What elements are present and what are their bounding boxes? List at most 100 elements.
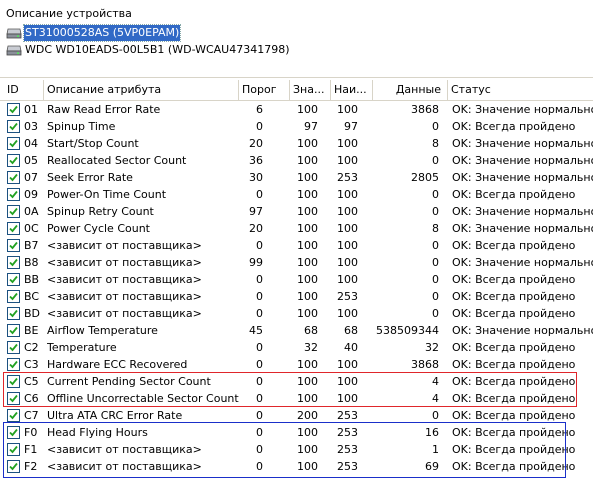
- cell-status: OK: Всегда пройдено: [452, 460, 576, 473]
- row-checkbox[interactable]: [7, 137, 20, 150]
- table-row[interactable]: 04 Start/Stop Count 20 100 100 8 OK: Значение …: [0, 135, 593, 152]
- row-checkbox[interactable]: [7, 290, 20, 303]
- row-checkbox[interactable]: [7, 120, 20, 133]
- cell-value: 100: [297, 358, 318, 371]
- row-checkbox[interactable]: [7, 460, 20, 473]
- table-row[interactable]: C5 Current Pending Sector Count 0 100 100 4 OK…: [0, 373, 593, 390]
- cell-threshold: 97: [249, 205, 263, 218]
- cell-threshold: 0: [256, 460, 263, 473]
- cell-name: Current Pending Sector Count: [47, 375, 211, 388]
- table-row[interactable]: BD <зависит от поставщика> 0 100 100 0 OK: Все…: [0, 305, 593, 322]
- cell-data: 0: [432, 154, 439, 167]
- cell-threshold: 0: [256, 409, 263, 422]
- cell-id: B8: [24, 256, 39, 269]
- row-checkbox[interactable]: [7, 103, 20, 116]
- table-row[interactable]: C7 Ultra ATA CRC Error Rate 0 200 253 0 OK: Вс…: [0, 407, 593, 424]
- row-checkbox[interactable]: [7, 171, 20, 184]
- cell-worst: 100: [337, 273, 358, 286]
- cell-data: 0: [432, 307, 439, 320]
- checkmark-icon: [9, 258, 18, 267]
- cell-threshold: 0: [256, 239, 263, 252]
- table-row[interactable]: 0C Power Cycle Count 20 100 100 8 OK: Значение…: [0, 220, 593, 237]
- row-checkbox[interactable]: [7, 375, 20, 388]
- cell-data: 8: [432, 137, 439, 150]
- cell-id: 07: [24, 171, 38, 184]
- cell-worst: 100: [337, 137, 358, 150]
- table-row[interactable]: F2 <зависит от поставщика> 0 100 253 69 OK: Вс…: [0, 458, 593, 475]
- table-row[interactable]: 0A Spinup Retry Count 97 100 100 0 OK: Значени…: [0, 203, 593, 220]
- table-row[interactable]: 03 Spinup Time 0 97 97 0 OK: Всегда пройдено: [0, 118, 593, 135]
- cell-value: 100: [297, 103, 318, 116]
- column-header-data[interactable]: Данные: [373, 80, 448, 100]
- table-row[interactable]: C2 Temperature 0 32 40 32 OK: Всегда пройдено: [0, 339, 593, 356]
- row-checkbox[interactable]: [7, 205, 20, 218]
- cell-worst: 253: [337, 171, 358, 184]
- row-checkbox[interactable]: [7, 341, 20, 354]
- row-checkbox[interactable]: [7, 273, 20, 286]
- table-row[interactable]: C6 Offline Uncorrectable Sector Count 0 100…: [0, 390, 593, 407]
- row-checkbox[interactable]: [7, 358, 20, 371]
- checkmark-icon: [9, 173, 18, 182]
- cell-name: Power-On Time Count: [47, 188, 167, 201]
- row-checkbox[interactable]: [7, 426, 20, 439]
- table-row[interactable]: 01 Raw Read Error Rate 6 100 100 3868 OK: Знач…: [0, 101, 593, 118]
- cell-worst: 68: [344, 324, 358, 337]
- column-header-attribute[interactable]: Описание атрибута: [44, 80, 239, 100]
- row-checkbox[interactable]: [7, 256, 20, 269]
- row-checkbox[interactable]: [7, 392, 20, 405]
- column-header-value[interactable]: Зна...: [290, 80, 331, 100]
- cell-value: 100: [297, 137, 318, 150]
- cell-id: B7: [24, 239, 39, 252]
- cell-worst: 100: [337, 392, 358, 405]
- cell-id: C3: [24, 358, 39, 371]
- cell-name: Seek Error Rate: [47, 171, 133, 184]
- cell-status: OK: Всегда пройдено: [452, 290, 576, 303]
- cell-threshold: 0: [256, 120, 263, 133]
- column-header-id[interactable]: ID: [4, 80, 44, 100]
- cell-value: 100: [297, 392, 318, 405]
- row-checkbox[interactable]: [7, 324, 20, 337]
- cell-id: F2: [24, 460, 38, 473]
- cell-threshold: 0: [256, 392, 263, 405]
- row-checkbox[interactable]: [7, 443, 20, 456]
- cell-threshold: 20: [249, 222, 263, 235]
- cell-name: Airflow Temperature: [47, 324, 158, 337]
- row-checkbox[interactable]: [7, 307, 20, 320]
- table-row[interactable]: 07 Seek Error Rate 30 100 253 2805 OK: Значени…: [0, 169, 593, 186]
- row-checkbox[interactable]: [7, 239, 20, 252]
- table-row[interactable]: B7 <зависит от поставщика> 0 100 100 0 OK: Все…: [0, 237, 593, 254]
- cell-value: 100: [297, 307, 318, 320]
- cell-threshold: 36: [249, 154, 263, 167]
- checkmark-icon: [9, 377, 18, 386]
- row-checkbox[interactable]: [7, 188, 20, 201]
- cell-threshold: 0: [256, 341, 263, 354]
- cell-status: OK: Всегда пройдено: [452, 188, 576, 201]
- checkmark-icon: [9, 394, 18, 403]
- cell-value: 100: [297, 154, 318, 167]
- cell-threshold: 0: [256, 358, 263, 371]
- row-checkbox[interactable]: [7, 409, 20, 422]
- table-row[interactable]: BB <зависит от поставщика> 0 100 100 0 OK: Все…: [0, 271, 593, 288]
- table-row[interactable]: BC <зависит от поставщика> 0 100 253 0 OK: Все…: [0, 288, 593, 305]
- device-list[interactable]: ST31000528AS (5VP0EPAM) WDC WD10EADS-00L…: [2, 22, 591, 62]
- column-header-worst[interactable]: Наи...: [331, 80, 373, 100]
- checkmark-icon: [9, 122, 18, 131]
- table-row[interactable]: C3 Hardware ECC Recovered 0 100 100 3868 OK: В…: [0, 356, 593, 373]
- cell-id: BD: [24, 307, 41, 320]
- row-checkbox[interactable]: [7, 222, 20, 235]
- cell-name: Spinup Time: [47, 120, 116, 133]
- table-row[interactable]: 05 Reallocated Sector Count 36 100 100 0 OK: З…: [0, 152, 593, 169]
- table-row[interactable]: F0 Head Flying Hours 0 100 253 16 OK: Всегда п…: [0, 424, 593, 441]
- cell-name: Ultra ATA CRC Error Rate: [47, 409, 183, 422]
- cell-name: Spinup Retry Count: [47, 205, 154, 218]
- column-header-status[interactable]: Статус: [448, 80, 593, 100]
- column-header-threshold[interactable]: Порог: [239, 80, 290, 100]
- table-row[interactable]: 09 Power-On Time Count 0 100 100 0 OK: Всегда …: [0, 186, 593, 203]
- cell-id: C6: [24, 392, 39, 405]
- cell-status: OK: Всегда пройдено: [452, 341, 576, 354]
- cell-data: 0: [432, 409, 439, 422]
- table-row[interactable]: F1 <зависит от поставщика> 0 100 253 1 OK: Все…: [0, 441, 593, 458]
- table-row[interactable]: BE Airflow Temperature 45 68 68 538509344 OK: …: [0, 322, 593, 339]
- table-row[interactable]: B8 <зависит от поставщика> 99 100 100 0 OK: Зн…: [0, 254, 593, 271]
- row-checkbox[interactable]: [7, 154, 20, 167]
